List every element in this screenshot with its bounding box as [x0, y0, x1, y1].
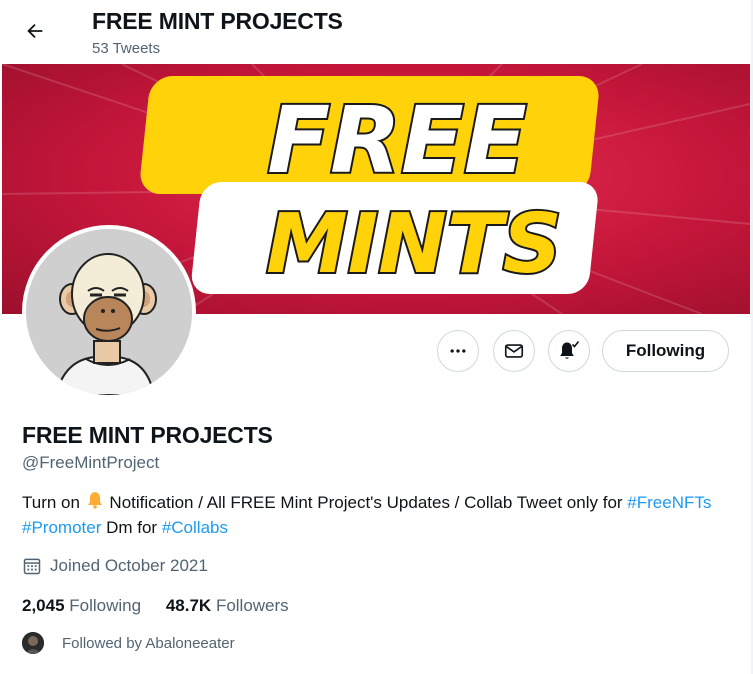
following-label: Following — [69, 596, 142, 615]
tweet-count: 53 Tweets — [92, 40, 161, 57]
ape-avatar-image — [26, 229, 192, 395]
back-arrow-icon — [27, 23, 43, 39]
profile-handle: @FreeMintProject — [22, 453, 160, 472]
more-icon — [450, 349, 466, 353]
hashtag-link[interactable]: #Collabs — [162, 518, 228, 537]
notifications-button[interactable] — [548, 330, 590, 372]
followed-by[interactable]: Followed by Abaloneeater — [22, 632, 235, 654]
more-button[interactable] — [437, 330, 479, 372]
followers-count: 48.7K — [165, 596, 212, 615]
joined-text: Joined October 2021 — [50, 556, 208, 575]
hashtag-link[interactable]: #FreeNFTs — [627, 493, 711, 512]
profile-bio: Turn on Notification / All FREE Mint Pro… — [22, 490, 732, 540]
banner-text-mints: MINTS — [266, 197, 562, 292]
back-button[interactable] — [18, 14, 52, 48]
hashtag-link[interactable]: #Promoter — [22, 518, 101, 537]
followers-label: Followers — [215, 596, 289, 615]
joined-date: Joined October 2021 — [22, 556, 208, 576]
followers-link[interactable]: 48.7K Followers — [166, 596, 289, 615]
banner-text-free: FREE — [267, 87, 526, 194]
calendar-icon — [23, 558, 41, 575]
profile-header: FREE MINT PROJECTS 53 Tweets — [0, 0, 753, 64]
message-button[interactable] — [493, 330, 535, 372]
bio-text: Turn on — [22, 493, 85, 512]
following-count: 2,045 — [22, 596, 65, 615]
follower-avatar — [22, 632, 44, 654]
profile-name: FREE MINT PROJECTS — [22, 422, 273, 448]
header-title: FREE MINT PROJECTS — [92, 8, 343, 34]
mail-icon — [504, 344, 524, 358]
profile-avatar[interactable] — [22, 225, 196, 399]
bio-text: Notification / All FREE Mint Project's U… — [104, 493, 628, 512]
follow-stats: 2,045 Following 48.7K Followers — [22, 596, 309, 616]
following-link[interactable]: 2,045 Following — [22, 596, 141, 615]
bell-emoji-icon — [87, 492, 102, 509]
bio-text: Dm for — [101, 518, 162, 537]
following-button[interactable]: Following — [602, 330, 729, 372]
followed-by-text: Followed by Abaloneeater — [62, 634, 235, 652]
bell-check-icon — [560, 341, 580, 359]
